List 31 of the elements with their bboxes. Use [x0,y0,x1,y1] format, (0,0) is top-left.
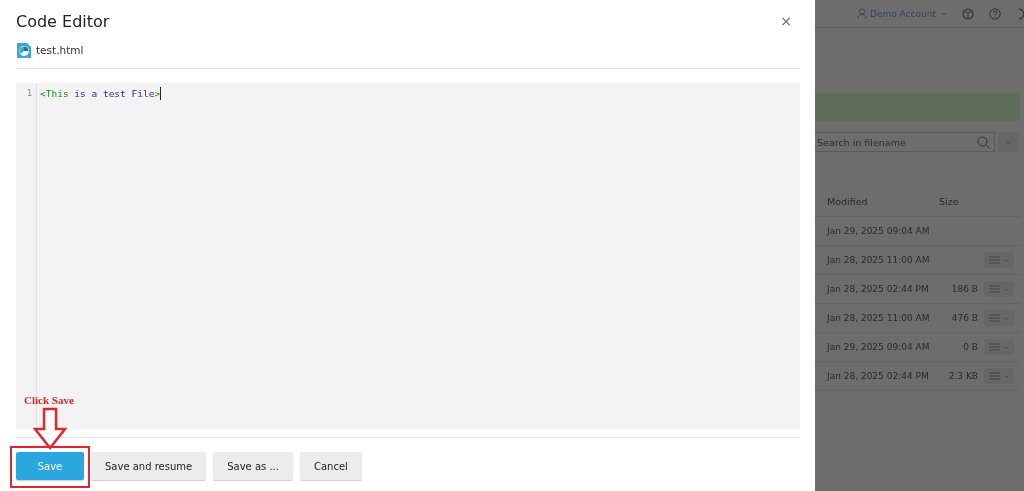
annotation-text: Click Save [24,394,74,406]
table-cell-text: Jan 29, 2025 09:04 AM [827,226,931,236]
table-cell-text: 0 B [962,342,978,352]
table-cell-text: 2.3 KB [947,371,978,381]
table-cell-text: Jan 28, 2025 02:44 PM [827,284,930,294]
row-menu-button[interactable] [984,310,1014,326]
table-cell-text: Jan 29, 2025 09:04 AM [827,342,931,352]
help-icon [988,7,1001,20]
dropdown-button[interactable] [998,132,1018,152]
dialog-button[interactable]: Cancel [300,452,362,480]
table-cell-text: 186 B [950,284,978,294]
code-line: <This is a test File> [40,87,162,100]
user-icon [857,8,867,19]
row-menu-button[interactable] [984,252,1014,268]
table-cell-text: Jan 28, 2025 02:44 PM [827,371,930,381]
dialog-button[interactable]: Save and resume [91,452,207,480]
table-cell-text: Jan 28, 2025 11:00 AM [827,255,931,265]
table-cell-text: Jan 28, 2025 11:00 AM [827,313,931,323]
search-icon [977,135,990,149]
dialog-button[interactable]: Save as ... [213,452,293,480]
row-menu-button[interactable] [984,339,1014,355]
file-icon [16,41,32,59]
close-button[interactable]: × [772,13,800,29]
caret-icon [940,11,947,16]
table-cell-text: 476 B [950,313,978,323]
dialog-title: Code Editor [16,11,110,31]
line-number: 1 [25,87,33,100]
file-name: test.html [36,44,84,56]
row-menu-button[interactable] [984,368,1014,384]
row-menu-button[interactable] [984,281,1014,297]
down-arrow-icon [33,407,67,451]
